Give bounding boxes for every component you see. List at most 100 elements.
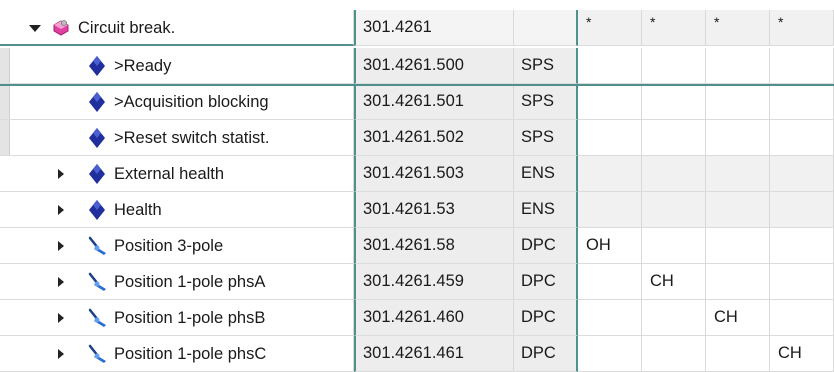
column-header-4[interactable]: * — [770, 10, 834, 46]
signal-address-cell[interactable]: 301.4261.58 — [354, 228, 514, 264]
routing-cell[interactable] — [642, 120, 706, 156]
signal-name-label: Position 1-pole phsA — [114, 272, 266, 291]
expand-toggle-icon[interactable] — [54, 264, 68, 299]
routing-cell[interactable]: CH — [706, 300, 770, 336]
signal-type-cell[interactable]: SPS — [514, 48, 578, 84]
signal-address-label: 301.4261.53 — [363, 200, 455, 218]
routing-cell[interactable] — [770, 48, 834, 84]
signal-address-cell[interactable]: 301.4261.459 — [354, 264, 514, 300]
signal-type-cell[interactable]: DPC — [514, 264, 578, 300]
routing-cell[interactable] — [706, 120, 770, 156]
diamond-icon — [86, 163, 108, 185]
signal-address-cell[interactable]: 301.4261.460 — [354, 300, 514, 336]
signal-address-cell[interactable]: 301.4261.501 — [354, 84, 514, 120]
routing-cell[interactable] — [642, 48, 706, 84]
routing-value: CH — [650, 272, 674, 290]
signal-row[interactable]: Position 1-pole phsB 301.4261.460 DPC CH — [0, 300, 834, 336]
group-type-cell[interactable] — [514, 10, 578, 46]
routing-cell[interactable] — [706, 192, 770, 228]
signal-type-label: SPS — [521, 92, 555, 110]
routing-cell[interactable] — [770, 120, 834, 156]
signal-address-cell[interactable]: 301.4261.500 — [354, 48, 514, 84]
signal-type-cell[interactable]: SPS — [514, 84, 578, 120]
switch-icon — [86, 343, 108, 365]
routing-cell[interactable]: CH — [642, 264, 706, 300]
signal-address-cell[interactable]: 301.4261.53 — [354, 192, 514, 228]
expand-toggle-icon[interactable] — [54, 228, 68, 263]
routing-cell[interactable] — [578, 48, 642, 84]
routing-cell[interactable] — [770, 84, 834, 120]
routing-cell[interactable]: OH — [578, 228, 642, 264]
routing-value: CH — [714, 308, 738, 326]
routing-cell[interactable] — [642, 300, 706, 336]
routing-cell[interactable] — [578, 156, 642, 192]
routing-cell[interactable] — [706, 264, 770, 300]
signal-type-cell[interactable]: DPC — [514, 228, 578, 264]
expand-toggle-icon[interactable] — [54, 300, 68, 335]
routing-cell[interactable] — [642, 156, 706, 192]
routing-cell[interactable] — [578, 120, 642, 156]
signal-name-cell[interactable]: Position 1-pole phsB — [0, 300, 354, 336]
routing-cell[interactable] — [642, 228, 706, 264]
column-header-1[interactable]: * — [578, 10, 642, 46]
diamond-icon — [86, 55, 108, 77]
group-address-cell[interactable]: 301.4261 — [354, 10, 514, 46]
column-header-3[interactable]: * — [706, 10, 770, 46]
signal-type-label: ENS — [521, 200, 555, 218]
signal-type-cell[interactable]: ENS — [514, 156, 578, 192]
signal-name-label: Position 1-pole phsC — [114, 344, 267, 363]
routing-cell[interactable] — [770, 192, 834, 228]
routing-cell[interactable] — [642, 84, 706, 120]
signal-name-cell[interactable]: Health — [0, 192, 354, 228]
signal-address-label: 301.4261.459 — [363, 272, 464, 290]
column-header-2[interactable]: * — [642, 10, 706, 46]
routing-cell[interactable] — [706, 228, 770, 264]
selection-divider — [0, 84, 834, 86]
signal-address-label: 301.4261.461 — [363, 344, 464, 362]
signal-type-cell[interactable]: DPC — [514, 300, 578, 336]
routing-cell[interactable] — [578, 300, 642, 336]
signal-address-cell[interactable]: 301.4261.503 — [354, 156, 514, 192]
expand-toggle-icon[interactable] — [54, 192, 68, 227]
signal-row[interactable]: >Ready 301.4261.500 SPS — [0, 48, 834, 84]
signal-type-label: DPC — [521, 344, 556, 362]
routing-cell[interactable] — [706, 156, 770, 192]
group-address-label: 301.4261 — [363, 18, 432, 36]
group-row-circuit-breaker[interactable]: Circuit break. 301.4261 * * * * — [0, 10, 834, 46]
signal-row[interactable]: >Acquisition blocking 301.4261.501 SPS — [0, 84, 834, 120]
routing-cell[interactable] — [642, 192, 706, 228]
signal-name-cell[interactable]: >Acquisition blocking — [0, 84, 354, 120]
signal-row[interactable]: External health 301.4261.503 ENS — [0, 156, 834, 192]
signal-row[interactable]: Position 3-pole 301.4261.58 DPC OH — [0, 228, 834, 264]
signal-name-cell[interactable]: Position 1-pole phsA — [0, 264, 354, 300]
signal-name-cell[interactable]: Position 3-pole — [0, 228, 354, 264]
signal-type-label: ENS — [521, 164, 555, 182]
routing-cell[interactable] — [706, 84, 770, 120]
signal-address-label: 301.4261.502 — [363, 128, 464, 146]
signal-type-cell[interactable]: SPS — [514, 120, 578, 156]
signal-name-cell[interactable]: >Ready — [0, 48, 354, 84]
group-name-cell[interactable]: Circuit break. — [0, 10, 354, 46]
routing-cell[interactable] — [578, 84, 642, 120]
switch-icon — [86, 307, 108, 329]
signal-row[interactable]: Health 301.4261.53 ENS — [0, 192, 834, 228]
signal-name-label: >Reset switch statist. — [114, 128, 270, 147]
routing-cell[interactable] — [706, 48, 770, 84]
row-indent-bar — [0, 120, 10, 155]
signal-name-cell[interactable]: >Reset switch statist. — [0, 120, 354, 156]
routing-cell[interactable] — [770, 156, 834, 192]
routing-cell[interactable] — [770, 228, 834, 264]
signal-row[interactable]: Position 1-pole phsA 301.4261.459 DPC CH — [0, 264, 834, 300]
signal-name-cell[interactable]: External health — [0, 156, 354, 192]
routing-cell[interactable] — [770, 264, 834, 300]
routing-cell[interactable] — [770, 300, 834, 336]
diamond-icon — [86, 199, 108, 221]
collapse-toggle-icon[interactable] — [28, 10, 42, 44]
signal-row[interactable]: >Reset switch statist. 301.4261.502 SPS — [0, 120, 834, 156]
routing-cell[interactable] — [578, 264, 642, 300]
signal-address-cell[interactable]: 301.4261.502 — [354, 120, 514, 156]
routing-cell[interactable] — [578, 192, 642, 228]
signal-type-cell[interactable]: ENS — [514, 192, 578, 228]
expand-toggle-icon[interactable] — [54, 156, 68, 191]
function-block-icon — [50, 17, 72, 39]
